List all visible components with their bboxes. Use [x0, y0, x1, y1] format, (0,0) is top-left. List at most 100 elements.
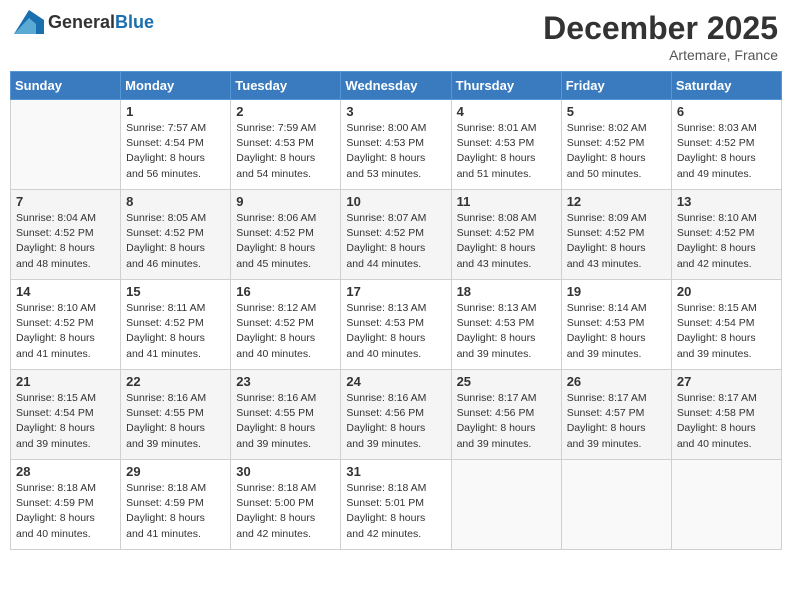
- logo: GeneralBlue: [14, 10, 154, 34]
- day-number: 12: [567, 194, 666, 209]
- daylight-minutes: and 49 minutes.: [677, 167, 776, 182]
- day-number: 15: [126, 284, 225, 299]
- day-number: 21: [16, 374, 115, 389]
- sunrise: Sunrise: 8:12 AM: [236, 301, 335, 316]
- day-number: 29: [126, 464, 225, 479]
- day-info: Sunrise: 8:00 AMSunset: 4:53 PMDaylight:…: [346, 121, 445, 182]
- title-block: December 2025 Artemare, France: [543, 10, 778, 63]
- daylight-hours: Daylight: 8 hours: [126, 151, 225, 166]
- day-number: 24: [346, 374, 445, 389]
- daylight-minutes: and 39 minutes.: [346, 437, 445, 452]
- sunrise: Sunrise: 8:05 AM: [126, 211, 225, 226]
- month-title: December 2025: [543, 10, 778, 47]
- daylight-hours: Daylight: 8 hours: [346, 421, 445, 436]
- sunrise: Sunrise: 8:16 AM: [346, 391, 445, 406]
- sunrise: Sunrise: 8:10 AM: [16, 301, 115, 316]
- day-number: 28: [16, 464, 115, 479]
- calendar-cell: 2Sunrise: 7:59 AMSunset: 4:53 PMDaylight…: [231, 100, 341, 190]
- day-number: 14: [16, 284, 115, 299]
- sunset: Sunset: 4:52 PM: [236, 316, 335, 331]
- calendar-cell: 5Sunrise: 8:02 AMSunset: 4:52 PMDaylight…: [561, 100, 671, 190]
- daylight-minutes: and 40 minutes.: [236, 347, 335, 362]
- daylight-minutes: and 39 minutes.: [567, 347, 666, 362]
- sunset: Sunset: 4:52 PM: [126, 226, 225, 241]
- daylight-minutes: and 46 minutes.: [126, 257, 225, 272]
- daylight-hours: Daylight: 8 hours: [126, 241, 225, 256]
- calendar-cell: 28Sunrise: 8:18 AMSunset: 4:59 PMDayligh…: [11, 460, 121, 550]
- calendar-cell: 4 Sunrise: 8:01 AMSunset: 4:53 PMDaylight…: [451, 100, 561, 190]
- daylight-hours: Daylight: 8 hours: [236, 151, 335, 166]
- calendar-cell: [11, 100, 121, 190]
- day-number: 23: [236, 374, 335, 389]
- sunset: Sunset: 4:53 PM: [346, 316, 445, 331]
- daylight-minutes: and 42 minutes.: [346, 527, 445, 542]
- daylight-minutes: and 50 minutes.: [567, 167, 666, 182]
- day-number: 26: [567, 374, 666, 389]
- daylight-hours: Daylight: 8 hours: [457, 331, 556, 346]
- location: Artemare, France: [543, 47, 778, 63]
- daylight-hours: Daylight: 8 hours: [126, 421, 225, 436]
- header-cell-sunday: Sunday: [11, 72, 121, 100]
- calendar-cell: 11Sunrise: 8:08 AMSunset: 4:52 PMDayligh…: [451, 190, 561, 280]
- sunset: Sunset: 5:00 PM: [236, 496, 335, 511]
- sunset: Sunset: 4:53 PM: [457, 136, 556, 151]
- daylight-hours: Daylight: 8 hours: [16, 421, 115, 436]
- calendar-cell: [561, 460, 671, 550]
- sunset: Sunset: 4:52 PM: [567, 136, 666, 151]
- sunrise: Sunrise: 8:14 AM: [567, 301, 666, 316]
- sunset: Sunset: 4:53 PM: [236, 136, 335, 151]
- sunrise: Sunrise: 7:59 AM: [236, 121, 335, 136]
- daylight-minutes: and 42 minutes.: [236, 527, 335, 542]
- daylight-hours: Daylight: 8 hours: [16, 511, 115, 526]
- day-number: 27: [677, 374, 776, 389]
- calendar-cell: 7Sunrise: 8:04 AMSunset: 4:52 PMDaylight…: [11, 190, 121, 280]
- daylight-minutes: and 48 minutes.: [16, 257, 115, 272]
- sunrise: Sunrise: 8:02 AM: [567, 121, 666, 136]
- calendar-cell: 19Sunrise: 8:14 AMSunset: 4:53 PMDayligh…: [561, 280, 671, 370]
- daylight-hours: Daylight: 8 hours: [677, 241, 776, 256]
- header-cell-saturday: Saturday: [671, 72, 781, 100]
- day-info: Sunrise: 7:59 AMSunset: 4:53 PMDaylight:…: [236, 121, 335, 182]
- logo-text: GeneralBlue: [48, 12, 154, 33]
- calendar-header: SundayMondayTuesdayWednesdayThursdayFrid…: [11, 72, 782, 100]
- daylight-hours: Daylight: 8 hours: [346, 511, 445, 526]
- sunset: Sunset: 4:52 PM: [16, 316, 115, 331]
- day-number: 8: [126, 194, 225, 209]
- day-info: Sunrise: 8:13 AMSunset: 4:53 PMDaylight:…: [346, 301, 445, 362]
- sunset: Sunset: 4:59 PM: [126, 496, 225, 511]
- day-number: 13: [677, 194, 776, 209]
- day-number: 31: [346, 464, 445, 479]
- calendar-cell: 12Sunrise: 8:09 AMSunset: 4:52 PMDayligh…: [561, 190, 671, 280]
- sunrise: Sunrise: 8:00 AM: [346, 121, 445, 136]
- sunrise: Sunrise: 8:16 AM: [126, 391, 225, 406]
- calendar-cell: 29Sunrise: 8:18 AMSunset: 4:59 PMDayligh…: [121, 460, 231, 550]
- daylight-hours: Daylight: 8 hours: [567, 241, 666, 256]
- sunset: Sunset: 4:52 PM: [677, 226, 776, 241]
- sunrise: Sunrise: 8:01 AM: [457, 121, 556, 136]
- sunset: Sunset: 4:57 PM: [567, 406, 666, 421]
- page-header: GeneralBlue December 2025 Artemare, Fran…: [10, 10, 782, 63]
- sunrise: Sunrise: 8:16 AM: [236, 391, 335, 406]
- day-info: Sunrise: 8:03 AMSunset: 4:52 PMDaylight:…: [677, 121, 776, 182]
- day-info: Sunrise: 8:06 AMSunset: 4:52 PMDaylight:…: [236, 211, 335, 272]
- daylight-minutes: and 39 minutes.: [457, 347, 556, 362]
- day-number: 4: [457, 104, 556, 119]
- sunrise: Sunrise: 8:10 AM: [677, 211, 776, 226]
- calendar-cell: 6Sunrise: 8:03 AMSunset: 4:52 PMDaylight…: [671, 100, 781, 190]
- sunset: Sunset: 4:54 PM: [677, 316, 776, 331]
- sunset: Sunset: 4:52 PM: [346, 226, 445, 241]
- calendar-cell: [451, 460, 561, 550]
- logo-blue: Blue: [115, 12, 154, 32]
- sunrise: Sunrise: 8:17 AM: [567, 391, 666, 406]
- sunset: Sunset: 4:58 PM: [677, 406, 776, 421]
- daylight-minutes: and 41 minutes.: [126, 347, 225, 362]
- sunrise: Sunrise: 8:18 AM: [236, 481, 335, 496]
- day-info: Sunrise: 8:17 AMSunset: 4:56 PMDaylight:…: [457, 391, 556, 452]
- calendar-cell: 21Sunrise: 8:15 AMSunset: 4:54 PMDayligh…: [11, 370, 121, 460]
- calendar-body: 1Sunrise: 7:57 AMSunset: 4:54 PMDaylight…: [11, 100, 782, 550]
- daylight-hours: Daylight: 8 hours: [457, 151, 556, 166]
- daylight-minutes: and 40 minutes.: [677, 437, 776, 452]
- sunset: Sunset: 4:56 PM: [346, 406, 445, 421]
- daylight-hours: Daylight: 8 hours: [677, 151, 776, 166]
- day-number: 10: [346, 194, 445, 209]
